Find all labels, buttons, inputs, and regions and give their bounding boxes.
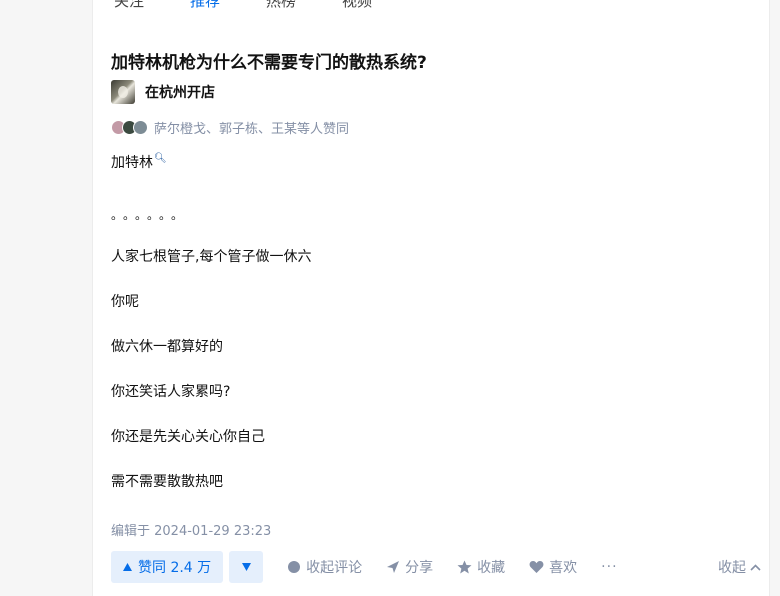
- action-bar: 赞同 2.4 万 收起评论 分享 收藏 喜欢 ··· 收起: [111, 550, 761, 584]
- triangle-up-icon: [123, 563, 132, 571]
- author-name[interactable]: 在杭州开店: [145, 82, 215, 102]
- tab-recommend[interactable]: 推荐: [189, 0, 221, 11]
- vote-up-label: 赞同 2.4 万: [138, 560, 212, 576]
- content-line: 加特林🔍︎: [111, 152, 167, 172]
- voters-row: 萨尔橙戈、郭子栋、王某等人赞同: [111, 118, 349, 137]
- question-title[interactable]: 加特林机枪为什么不需要专门的散热系统?: [111, 48, 427, 73]
- top-tabs: 关注 推荐 热榜 视频: [113, 0, 373, 11]
- collapse-label: 收起: [718, 560, 746, 576]
- voter-avatar: [133, 120, 148, 135]
- tab-hot[interactable]: 热榜: [265, 0, 297, 11]
- tab-follow[interactable]: 关注: [113, 0, 145, 11]
- triangle-down-icon: [241, 563, 251, 571]
- content-line: 做六休一都算好的: [111, 339, 223, 355]
- favorite-button[interactable]: 收藏: [457, 557, 505, 577]
- content-line: 人家七根管子,每个管子做一休六: [111, 249, 312, 265]
- vote-up-button[interactable]: 赞同 2.4 万: [111, 551, 224, 583]
- search-icon[interactable]: 🔍︎: [154, 153, 167, 164]
- content-line: 你还是先关心关心你自己: [111, 429, 265, 445]
- share-label: 分享: [405, 560, 434, 576]
- like-label: 喜欢: [549, 560, 578, 576]
- share-button[interactable]: 分享: [386, 557, 433, 577]
- content-line: 需不需要散散热吧: [111, 474, 223, 490]
- paper-plane-icon: [387, 561, 400, 573]
- content-line: 你还笑话人家累吗?: [111, 384, 231, 400]
- favorite-label: 收藏: [477, 560, 506, 576]
- content-line: 你呢: [111, 294, 139, 310]
- like-button[interactable]: 喜欢: [529, 557, 577, 577]
- more-button[interactable]: ···: [601, 559, 617, 575]
- comment-bubble-icon: [288, 561, 301, 573]
- comment-label: 收起评论: [306, 560, 363, 576]
- voter-avatars: [111, 120, 150, 135]
- star-icon: [457, 560, 472, 574]
- voters-text: 萨尔橙戈、郭子栋、王某等人赞同: [154, 122, 350, 137]
- tab-video[interactable]: 视频: [341, 0, 373, 11]
- collapse-button[interactable]: 收起: [718, 557, 761, 577]
- avatar[interactable]: [111, 80, 135, 104]
- vote-down-button[interactable]: [229, 551, 264, 583]
- keyword-link[interactable]: 加特林: [111, 155, 153, 171]
- heart-icon: [529, 561, 544, 573]
- chevron-up-icon: [750, 563, 761, 571]
- comment-button[interactable]: 收起评论: [287, 557, 362, 577]
- content-line: 。。。。。。: [111, 208, 190, 222]
- author-info: 在杭州开店: [111, 80, 215, 104]
- edit-time[interactable]: 编辑于 2024-01-29 23:23: [111, 520, 271, 539]
- answer-card: 关注 推荐 热榜 视频 加特林机枪为什么不需要专门的散热系统? 在杭州开店 萨尔…: [92, 0, 770, 596]
